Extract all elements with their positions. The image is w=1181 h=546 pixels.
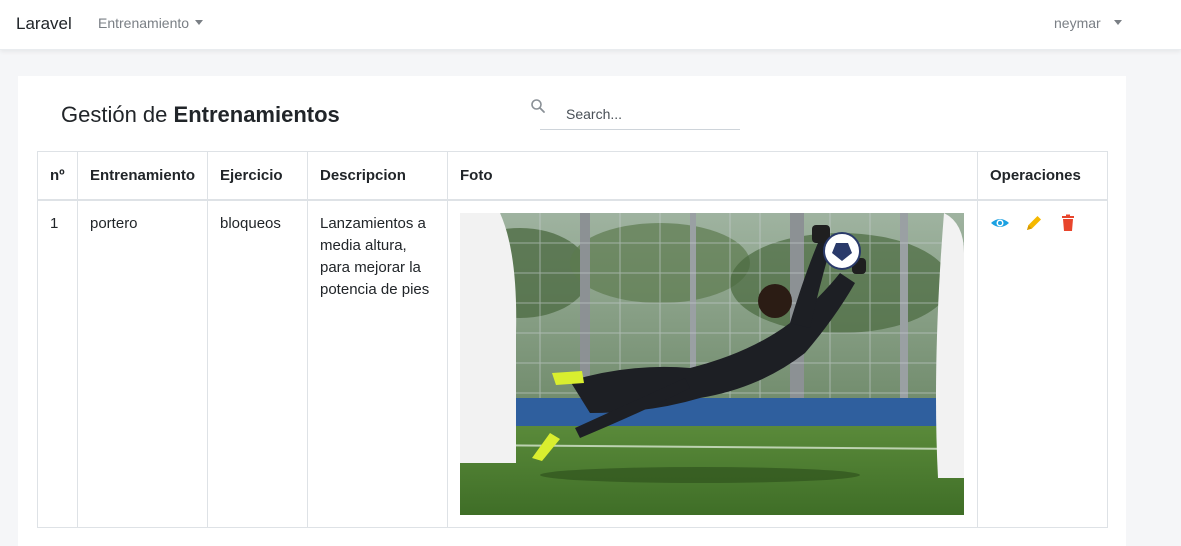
table-row: 1 portero bloqueos Lanzamientos a media …	[37, 199, 1108, 528]
entrenamiento-menu[interactable]: Entrenamiento	[98, 15, 203, 31]
cell-entrenamiento: portero	[77, 199, 208, 528]
user-menu-label: neymar	[1054, 15, 1101, 31]
cell-ejercicio: bloqueos	[207, 199, 308, 528]
col-header-descripcion: Descripcion	[307, 151, 448, 201]
caret-down-icon	[1113, 20, 1122, 26]
trash-icon	[1062, 214, 1075, 231]
caret-down-icon	[194, 20, 203, 26]
page-title-prefix: Gestión de	[61, 102, 174, 127]
eye-icon	[991, 218, 1009, 227]
content-card: Gestión de Entrenamientos nº Entrenamien…	[18, 76, 1126, 546]
entrenamientos-table: nº Entrenamiento Ejercicio Descripcion F…	[37, 151, 1108, 528]
col-header-n: nº	[37, 151, 78, 201]
cell-operaciones	[977, 199, 1108, 528]
entrenamiento-menu-label: Entrenamiento	[98, 15, 190, 31]
cell-descripcion: Lanzamientos a media altura, para mejora…	[307, 199, 448, 528]
cell-foto	[447, 199, 978, 528]
goalkeeper-diving-photo	[460, 212, 964, 515]
search-input[interactable]	[566, 104, 736, 124]
table-header-row: nº Entrenamiento Ejercicio Descripcion F…	[37, 151, 1108, 201]
pencil-icon	[1027, 215, 1042, 230]
edit-button[interactable]	[1024, 213, 1044, 233]
col-header-ejercicio: Ejercicio	[207, 151, 308, 201]
page-title-strong: Entrenamientos	[173, 102, 340, 127]
user-menu[interactable]: neymar	[1054, 15, 1122, 31]
col-header-operaciones: Operaciones	[977, 151, 1108, 201]
navbar: Laravel Entrenamiento neymar	[0, 0, 1181, 50]
delete-button[interactable]	[1058, 213, 1078, 233]
page-title: Gestión de Entrenamientos	[61, 102, 340, 128]
col-header-entrenamiento: Entrenamiento	[77, 151, 208, 201]
col-header-foto: Foto	[447, 151, 978, 201]
view-button[interactable]	[990, 213, 1010, 233]
brand-link[interactable]: Laravel	[16, 14, 72, 34]
cell-n: 1	[37, 199, 78, 528]
search-icon	[531, 99, 545, 113]
search-box	[531, 96, 740, 130]
